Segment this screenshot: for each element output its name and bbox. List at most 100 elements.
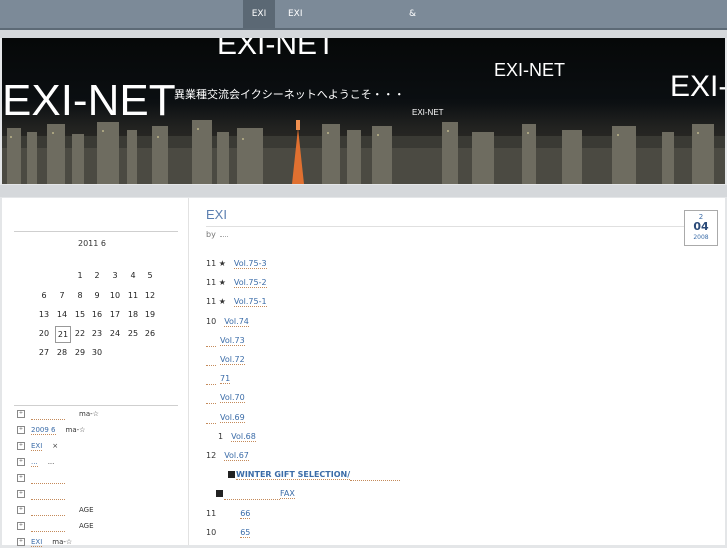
- expand-icon[interactable]: +: [17, 426, 25, 434]
- banner-divider: [0, 185, 727, 197]
- banner-title-4: EXI-NET: [670, 70, 725, 103]
- calendar-day: 30: [91, 348, 103, 357]
- archive-item[interactable]: + AGE: [17, 520, 94, 532]
- archive-link[interactable]: EXI: [31, 442, 43, 451]
- calendar-day: 29: [74, 348, 86, 357]
- post-link[interactable]: Vol.75-1: [233, 297, 267, 308]
- post-line-prefix: 10: [206, 527, 217, 537]
- calendar-day: 9: [94, 291, 100, 300]
- post-line-indent: [224, 499, 280, 501]
- expand-icon[interactable]: +: [17, 490, 25, 498]
- archive-item[interactable]: + EXI ma-☆: [17, 536, 72, 548]
- calendar-day: 25: [127, 329, 139, 338]
- calendar-day: 3: [112, 271, 118, 280]
- post-link[interactable]: Vol.70: [220, 393, 245, 404]
- post-line: WINTER GIFT SELECTION/: [206, 469, 401, 482]
- title-rule: [206, 226, 684, 227]
- top-nav: EXI EXI &: [0, 0, 727, 30]
- post-link[interactable]: Vol.75-2: [233, 278, 267, 289]
- archive-item[interactable]: +: [17, 488, 69, 500]
- calendar-day: 2: [94, 271, 100, 280]
- post-line-indent: [206, 422, 216, 424]
- archive-item[interactable]: +: [17, 472, 69, 484]
- post-line: 11 66: [206, 508, 251, 520]
- post-link[interactable]: Vol.68: [231, 431, 256, 442]
- archive-link[interactable]: [31, 531, 65, 532]
- post-link[interactable]: FAX: [280, 489, 295, 500]
- city-skyline-image: [2, 120, 725, 184]
- calendar-day: 20: [38, 329, 50, 338]
- expand-icon[interactable]: +: [17, 442, 25, 450]
- post-line: FAX: [206, 488, 295, 501]
- banner-tagline: 異業種交流会イクシーネットへようこそ・・・: [174, 88, 405, 101]
- post-link[interactable]: 65: [240, 527, 251, 538]
- post-line: 10 65: [206, 527, 251, 539]
- post-line: Vol.69: [206, 412, 245, 424]
- archive-item[interactable]: +2009 6 ma-☆: [17, 424, 85, 436]
- archive-item[interactable]: + EXI ×: [17, 440, 58, 452]
- expand-icon[interactable]: +: [17, 522, 25, 530]
- post-link[interactable]: WINTER GIFT SELECTION/: [236, 470, 351, 481]
- post-line-indent: [206, 384, 216, 386]
- post-line: 10 Vol.74: [206, 316, 249, 328]
- calendar-day: 8: [77, 291, 83, 300]
- post-line-prefix: 12: [206, 451, 217, 460]
- archive-text: AGE: [79, 506, 94, 514]
- archive-link[interactable]: [31, 483, 65, 484]
- header-banner[interactable]: EXI-NET EXI-NET EXI-NET EXI-NET EXI-NET …: [2, 38, 725, 184]
- post-link[interactable]: Vol.74: [224, 316, 249, 327]
- nav-divider: [0, 30, 727, 38]
- bullet-square-icon: [216, 490, 223, 498]
- post-link[interactable]: Vol.69: [220, 412, 245, 423]
- calendar-day: 16: [91, 310, 103, 319]
- post-date-box: 2 04 2008: [684, 210, 718, 246]
- post-line: Vol.70: [206, 392, 245, 405]
- archive-link[interactable]: [31, 499, 65, 500]
- post-line-tail: [350, 480, 401, 482]
- post-link[interactable]: Vol.73: [220, 335, 245, 346]
- banner-title-5: EXI-NET: [412, 108, 444, 117]
- banner-title-3: EXI-NET: [494, 60, 566, 80]
- expand-icon[interactable]: +: [17, 410, 25, 418]
- post-link[interactable]: 71: [220, 374, 231, 385]
- post-link[interactable]: Vol.67: [224, 451, 249, 461]
- post-byline: by: [206, 230, 228, 239]
- main-column: EXI by 2 04 2008 11 ★ Vol.75-3 11 ★ Vol.75-…: [189, 198, 725, 545]
- byline-author-link[interactable]: [219, 236, 228, 237]
- calendar-day: 7: [59, 291, 65, 300]
- calendar-day: 19: [144, 310, 156, 319]
- bullet-square-icon: [228, 471, 235, 479]
- expand-icon[interactable]: +: [17, 474, 25, 482]
- archive-link[interactable]: [31, 419, 65, 420]
- calendar-day: 12: [144, 291, 156, 300]
- archive-text: ×: [52, 442, 59, 450]
- post-line-prefix: 10: [206, 316, 217, 326]
- post-link[interactable]: Vol.75-3: [233, 259, 267, 269]
- post-line-prefix: 11: [206, 508, 217, 518]
- calendar-day: 4: [130, 271, 136, 280]
- archive-link[interactable]: EXI: [31, 538, 43, 547]
- calendar-day: 23: [91, 329, 103, 338]
- archive-item[interactable]: + AGE: [17, 504, 94, 516]
- nav-item-amp[interactable]: &: [409, 0, 416, 28]
- expand-icon[interactable]: +: [17, 458, 25, 466]
- nav-item-exi[interactable]: EXI: [288, 0, 303, 28]
- post-title[interactable]: EXI: [206, 207, 227, 222]
- archive-link[interactable]: ...: [31, 458, 38, 467]
- calendar-day: 1: [77, 271, 83, 280]
- post-link[interactable]: 66: [240, 508, 251, 519]
- archive-link[interactable]: [31, 515, 65, 516]
- calendar-day: 18: [127, 310, 139, 319]
- post-line-prefix: 11 ★: [206, 259, 226, 268]
- archive-link[interactable]: 2009 6: [31, 426, 56, 435]
- expand-icon[interactable]: +: [17, 506, 25, 514]
- calendar-day: 13: [38, 310, 50, 319]
- archive-item[interactable]: + ma-☆: [17, 408, 99, 420]
- archive-item[interactable]: +......: [17, 456, 54, 468]
- calendar-bottom-rule: [14, 405, 178, 406]
- post-link[interactable]: Vol.72: [220, 355, 245, 365]
- calendar-day: 10: [109, 291, 121, 300]
- nav-item-exi-active[interactable]: EXI: [243, 0, 275, 28]
- archive-text: ma-☆: [65, 426, 86, 434]
- banner-title-2: EXI-NET: [2, 76, 176, 125]
